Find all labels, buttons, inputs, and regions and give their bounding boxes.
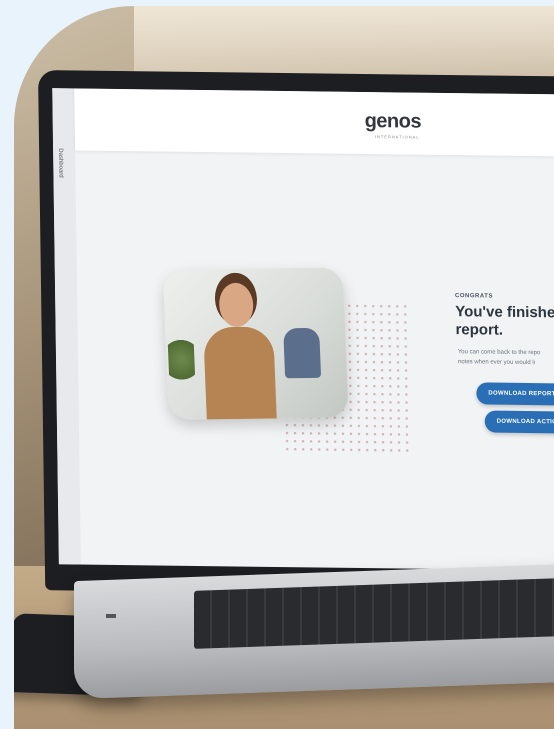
laptop-screen: Dashboard genos INTERNATIONAL CONGRATS Y… — [52, 88, 554, 571]
person-body — [203, 326, 278, 420]
body-line-2: notes when ever you would li — [457, 359, 536, 367]
headline-line-2: report. — [455, 321, 504, 339]
usb-port — [106, 614, 116, 618]
person-head — [218, 282, 255, 328]
plant — [167, 339, 196, 390]
genos-logo[interactable]: genos — [364, 110, 421, 134]
laptop-lid: Dashboard genos INTERNATIONAL CONGRATS Y… — [38, 70, 554, 597]
logo-subtitle: INTERNATIONAL — [374, 134, 420, 140]
download-report-button[interactable]: DOWNLOAD REPORT — [476, 382, 554, 406]
body-copy: You can come back to the repo notes when… — [458, 347, 554, 369]
laptop-photo: Dashboard genos INTERNATIONAL CONGRATS Y… — [14, 6, 554, 729]
top-bar: genos INTERNATIONAL — [74, 88, 554, 157]
sidebar-label[interactable]: Dashboard — [57, 148, 63, 177]
page-headline: You've finished rea report. — [455, 303, 554, 341]
download-action-plan-button[interactable]: DOWNLOAD ACTION PLAN — [484, 410, 554, 434]
hero-photo — [162, 267, 349, 420]
congrats-eyebrow: CONGRATS — [455, 293, 493, 300]
laptop-base — [74, 562, 554, 700]
keyboard — [194, 576, 554, 649]
sidebar: Dashboard — [52, 88, 81, 565]
coworker — [283, 327, 322, 379]
